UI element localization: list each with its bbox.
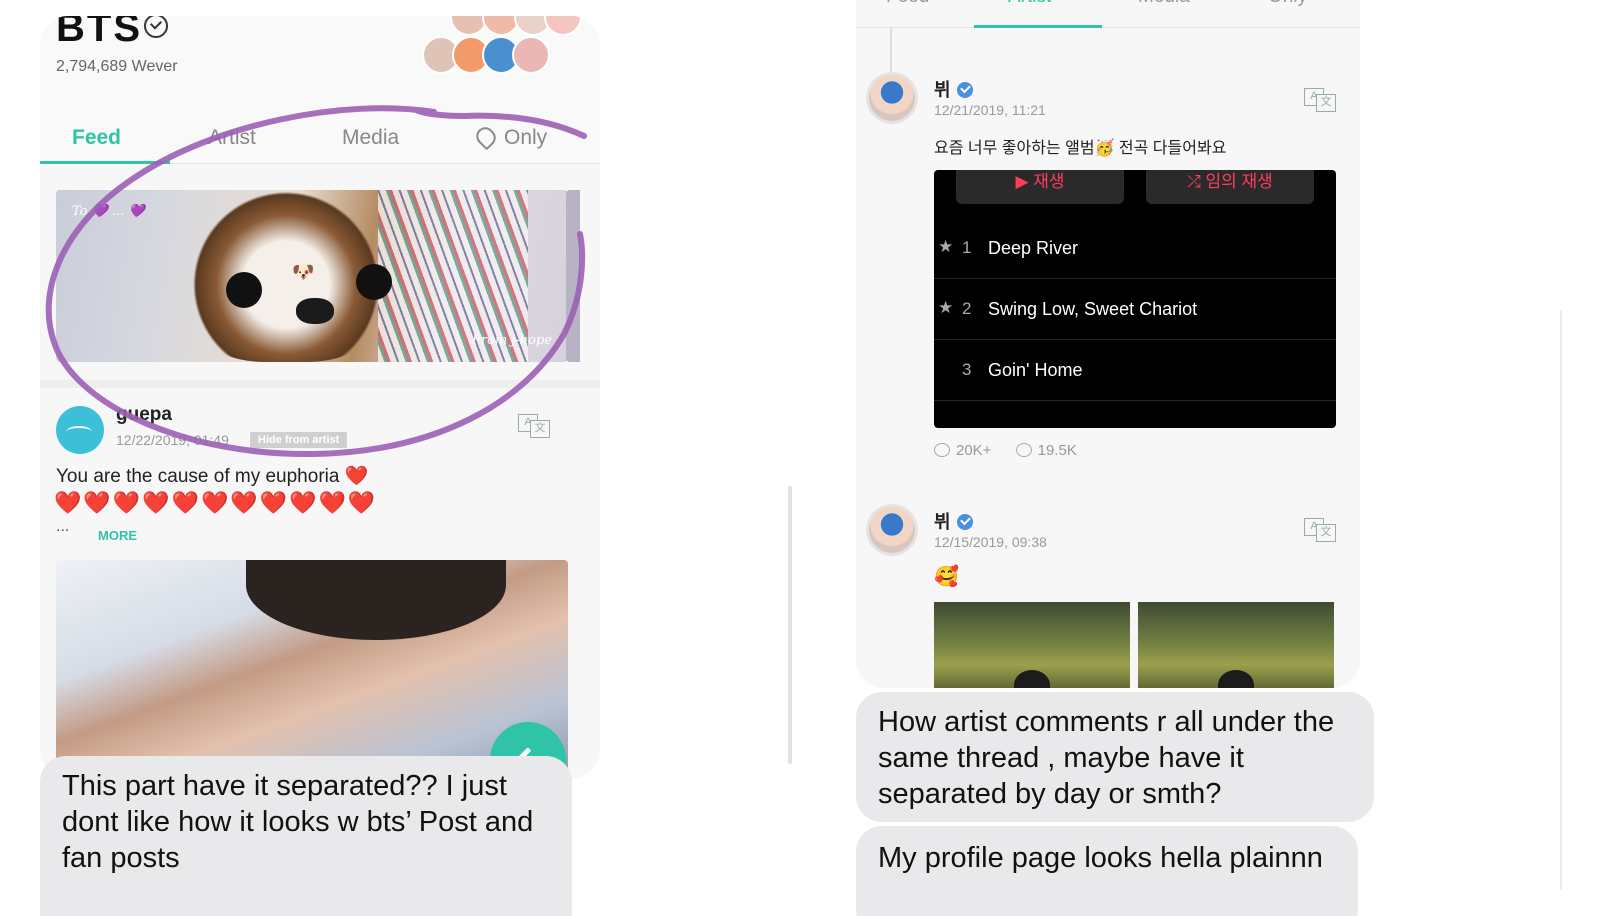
dog-nose <box>296 298 334 324</box>
tab-only-label: Only <box>504 126 548 149</box>
post-timestamp: 12/22/2019, 01:49 <box>116 432 229 448</box>
verified-badge-icon <box>956 514 973 530</box>
track-number: 2 <box>962 299 972 318</box>
edge-divider <box>1560 310 1562 890</box>
avatar <box>544 16 582 36</box>
track-row[interactable]: ★ 2 Swing Low, Sweet Chariot <box>934 279 1336 340</box>
play-button[interactable]: ▶ 재생 <box>956 170 1124 204</box>
post-text: 🥰 <box>934 566 959 588</box>
track-number: 1 <box>962 238 972 257</box>
post-author[interactable]: 뷔 <box>934 508 973 534</box>
post-timestamp: 12/15/2019, 09:38 <box>934 534 1047 550</box>
artist-name: BTS <box>56 16 142 50</box>
translate-icon[interactable]: A文 <box>518 414 552 438</box>
post-author[interactable]: 뷔 <box>934 76 973 102</box>
verified-icon <box>144 16 168 38</box>
message-bubble: How artist comments r all under the same… <box>856 692 1374 822</box>
tab-feed[interactable]: Feed <box>72 126 121 150</box>
right-screenshot: Feed Artist Media Only 뷔 12/21/2019, 11:… <box>856 0 1360 688</box>
track-number: 3 <box>962 360 972 379</box>
active-tab-indicator <box>40 161 170 164</box>
comment-icon <box>1015 443 1032 457</box>
post-hearts: ❤️❤️❤️❤️❤️❤️❤️❤️❤️❤️❤️ <box>54 490 378 515</box>
post-username[interactable]: guepa <box>116 404 172 426</box>
avatar <box>512 36 550 74</box>
member-avatars[interactable] <box>422 16 582 78</box>
active-tab-indicator <box>974 25 1102 28</box>
feed-tabs: Feed Artist Media Only <box>40 120 600 164</box>
artist-avatar[interactable] <box>866 504 918 556</box>
post-photo[interactable] <box>1138 602 1334 688</box>
track-row[interactable]: 3 Goin' Home <box>934 340 1336 401</box>
track-title: Swing Low, Sweet Chariot <box>988 299 1198 319</box>
shuffle-button[interactable]: ⤮ 임의 재생 <box>1146 170 1314 204</box>
tab-only[interactable]: Only <box>472 123 548 151</box>
heart-outline-icon <box>472 123 500 151</box>
hide-from-artist-badge: Hide from artist <box>250 432 348 448</box>
like-count[interactable]: 20K+ <box>934 442 991 459</box>
like-icon <box>934 443 950 457</box>
post-text: 요즘 너무 좋아하는 앨범🥳 전곡 다들어봐요 <box>934 140 1227 157</box>
section-divider <box>40 380 600 388</box>
translate-icon[interactable]: A文 <box>1304 518 1338 542</box>
photo-subject <box>246 560 506 640</box>
artist-tabs: Feed Artist Media Only <box>856 0 1360 28</box>
artist-photo-banner[interactable]: 🐶 To 💜 ... 💜 From j-hope <box>56 190 568 362</box>
track-title: Deep River <box>988 238 1079 258</box>
tab-only[interactable]: Only <box>1268 0 1307 8</box>
comment-count[interactable]: 19.5K <box>1015 442 1077 459</box>
wever-count: 2,794,689 Wever <box>56 58 178 75</box>
tab-media[interactable]: Media <box>1138 0 1190 8</box>
tab-media[interactable]: Media <box>342 126 399 150</box>
dog-emoji: 🐶 <box>292 262 315 282</box>
star-icon: ★ <box>938 237 954 256</box>
star-icon: ★ <box>938 298 954 317</box>
post-text: You are the cause of my euphoria ❤️ <box>56 466 369 487</box>
tab-artist[interactable]: Artist <box>208 126 256 150</box>
banner-caption: To 💜 ... 💜 <box>72 204 145 219</box>
post-timestamp: 12/21/2019, 11:21 <box>934 102 1046 118</box>
author-name: 뷔 <box>934 80 951 100</box>
author-name: 뷔 <box>934 512 951 532</box>
fan-avatar[interactable] <box>56 406 104 454</box>
dog-eye <box>226 272 262 308</box>
verified-badge-icon <box>956 82 973 98</box>
tab-feed[interactable]: Feed <box>886 0 929 8</box>
post-stats: 20K+ 19.5K <box>934 442 1097 459</box>
tab-artist[interactable]: Artist <box>1008 0 1051 8</box>
track-row[interactable]: ★ 1 Deep River <box>934 218 1336 279</box>
message-bubble: This part have it separated?? I just don… <box>40 756 572 916</box>
music-playlist: ▶ 재생 ⤮ 임의 재생 ★ 1 Deep River ★ 2 Swing Lo… <box>934 170 1336 428</box>
translate-icon[interactable]: A文 <box>1304 88 1338 112</box>
track-title: Goin' Home <box>988 360 1083 380</box>
scroll-indicator <box>788 486 792 764</box>
message-bubble: My profile page looks hella plainnn <box>856 826 1358 916</box>
more-link[interactable]: MORE <box>98 528 137 543</box>
post-photo[interactable] <box>56 560 568 778</box>
post-ellipsis: ... <box>56 518 70 535</box>
banner-signature: From j-hope <box>471 333 552 348</box>
left-screenshot: BTS 2,794,689 Wever Feed Artist Media On… <box>40 16 600 778</box>
dog-eye <box>356 264 392 300</box>
post-photo[interactable] <box>934 602 1130 688</box>
next-banner-peek[interactable] <box>566 190 580 362</box>
thread-line <box>890 28 892 72</box>
artist-avatar[interactable] <box>866 72 918 124</box>
